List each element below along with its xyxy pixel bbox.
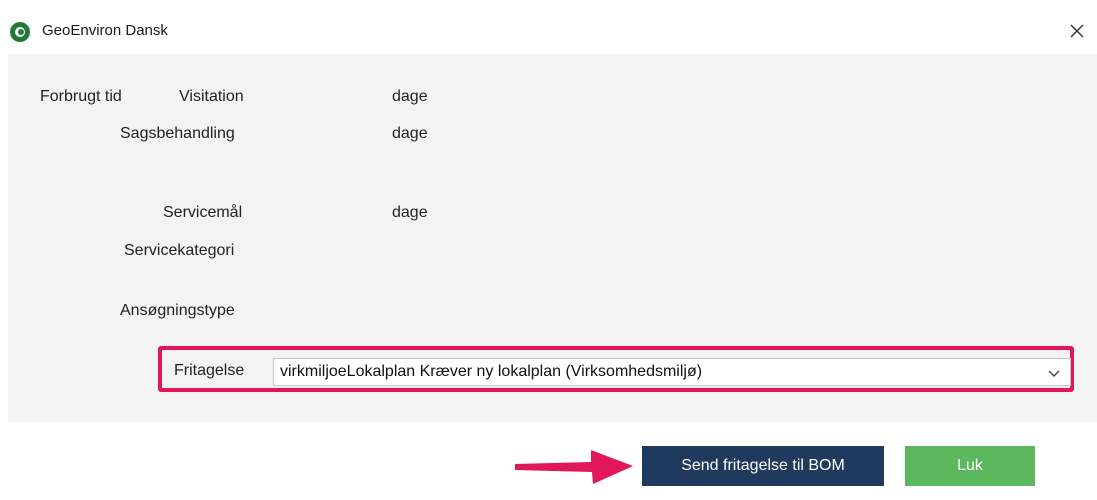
fritagelse-dropdown[interactable]: virkmiljoeLokalplan Kræver ny lokalplan …	[273, 358, 1071, 386]
window-title: GeoEnviron Dansk	[42, 22, 168, 39]
luk-button[interactable]: Luk	[905, 446, 1035, 486]
sagsbehandling-label: Sagsbehandling	[120, 125, 235, 142]
forbrugt-tid-label: Forbrugt tid	[40, 88, 122, 105]
visitation-label: Visitation	[179, 88, 244, 105]
fritagelse-value: virkmiljoeLokalplan Kræver ny lokalplan …	[280, 363, 703, 380]
servicemaal-unit: dage	[392, 204, 428, 221]
fritagelse-highlight: Fritagelse virkmiljoeLokalplan Kræver ny…	[158, 346, 1074, 392]
title-bar: GeoEnviron Dansk	[0, 0, 1097, 54]
ansoegningstype-label: Ansøgningstype	[120, 302, 235, 319]
send-fritagelse-button[interactable]: Send fritagelse til BOM	[642, 446, 884, 486]
pointer-arrow-icon	[513, 440, 641, 492]
servicekategori-label: Servicekategori	[124, 242, 235, 259]
sagsbehandling-unit: dage	[392, 125, 428, 142]
app-logo-icon	[10, 22, 30, 42]
servicemaal-label: Servicemål	[163, 204, 243, 221]
close-icon[interactable]	[1064, 18, 1090, 44]
chevron-down-icon[interactable]	[1046, 365, 1062, 381]
visitation-unit: dage	[392, 88, 428, 105]
fritagelse-label: Fritagelse	[174, 362, 245, 379]
